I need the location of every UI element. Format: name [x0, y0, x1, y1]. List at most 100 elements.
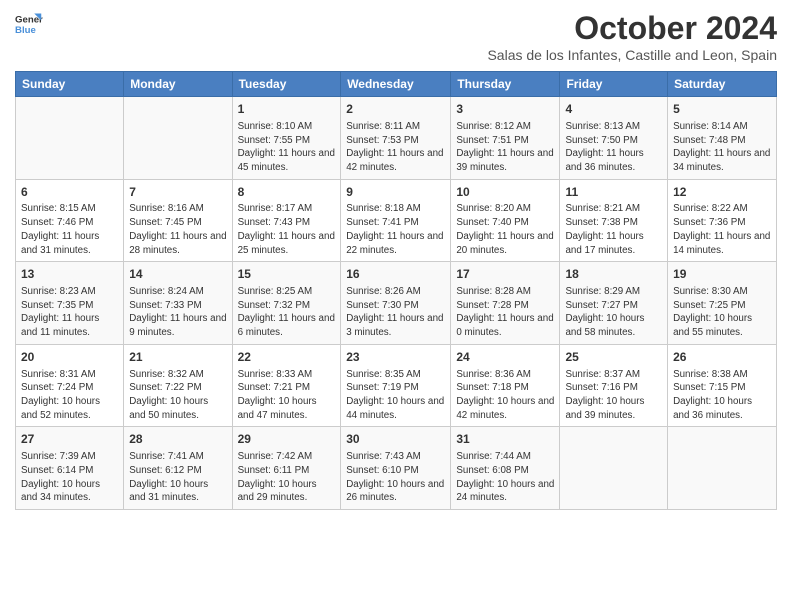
calendar-cell: 14Sunrise: 8:24 AM Sunset: 7:33 PM Dayli…	[124, 262, 232, 345]
day-number: 5	[673, 101, 771, 118]
day-number: 22	[238, 349, 336, 366]
day-info: Sunrise: 8:28 AM Sunset: 7:28 PM Dayligh…	[456, 285, 554, 340]
day-info: Sunrise: 7:41 AM Sunset: 6:12 PM Dayligh…	[129, 450, 226, 505]
day-info: Sunrise: 8:37 AM Sunset: 7:16 PM Dayligh…	[565, 368, 662, 423]
day-number: 25	[565, 349, 662, 366]
calendar-cell: 31 Sunrise: 7:44 AM Sunset: 6:08 PM Dayli…	[451, 427, 560, 510]
day-info: Sunrise: 8:32 AM Sunset: 7:22 PM Dayligh…	[129, 368, 226, 423]
day-number: 21	[129, 349, 226, 366]
day-number: 10	[456, 184, 554, 201]
day-number: 24	[456, 349, 554, 366]
calendar-cell: 18Sunrise: 8:29 AM Sunset: 7:27 PM Dayli…	[560, 262, 668, 345]
day-info: Sunrise: 8:17 AM Sunset: 7:43 PM Dayligh…	[238, 202, 336, 257]
calendar-cell: 25 Sunrise: 8:37 AM Sunset: 7:16 PM Dayli…	[560, 344, 668, 427]
calendar-cell: 22 Sunrise: 8:33 AM Sunset: 7:21 PM Dayli…	[232, 344, 341, 427]
calendar-cell: 28 Sunrise: 7:41 AM Sunset: 6:12 PM Dayli…	[124, 427, 232, 510]
day-info: Sunrise: 8:11 AM Sunset: 7:53 PM Dayligh…	[346, 120, 445, 175]
page-header: General Blue October 2024 Salas de los I…	[15, 10, 777, 63]
day-info: Sunrise: 8:31 AM Sunset: 7:24 PM Dayligh…	[21, 368, 118, 423]
calendar-cell: 16Sunrise: 8:26 AM Sunset: 7:30 PM Dayli…	[341, 262, 451, 345]
header-day-tuesday: Tuesday	[232, 72, 341, 97]
header-day-friday: Friday	[560, 72, 668, 97]
month-title: October 2024	[487, 10, 777, 47]
day-number: 31	[456, 431, 554, 448]
day-info: Sunrise: 8:21 AM Sunset: 7:38 PM Dayligh…	[565, 202, 662, 257]
calendar-cell: 8Sunrise: 8:17 AM Sunset: 7:43 PM Daylig…	[232, 179, 341, 262]
day-number: 4	[565, 101, 662, 118]
calendar-cell: 29 Sunrise: 7:42 AM Sunset: 6:11 PM Dayli…	[232, 427, 341, 510]
day-number: 23	[346, 349, 445, 366]
calendar-cell: 24 Sunrise: 8:36 AM Sunset: 7:18 PM Dayli…	[451, 344, 560, 427]
calendar-cell: 20 Sunrise: 8:31 AM Sunset: 7:24 PM Dayli…	[16, 344, 124, 427]
calendar-week-row: 6Sunrise: 8:15 AM Sunset: 7:46 PM Daylig…	[16, 179, 777, 262]
day-info: Sunrise: 8:15 AM Sunset: 7:46 PM Dayligh…	[21, 202, 118, 257]
day-number: 27	[21, 431, 118, 448]
day-number: 11	[565, 184, 662, 201]
calendar-cell: 4 Sunrise: 8:13 AM Sunset: 7:50 PM Daylig…	[560, 97, 668, 180]
title-area: October 2024 Salas de los Infantes, Cast…	[487, 10, 777, 63]
day-number: 29	[238, 431, 336, 448]
day-number: 28	[129, 431, 226, 448]
calendar-cell: 7Sunrise: 8:16 AM Sunset: 7:45 PM Daylig…	[124, 179, 232, 262]
calendar-cell: 9Sunrise: 8:18 AM Sunset: 7:41 PM Daylig…	[341, 179, 451, 262]
calendar-cell: 12Sunrise: 8:22 AM Sunset: 7:36 PM Dayli…	[668, 179, 777, 262]
day-number: 8	[238, 184, 336, 201]
calendar-cell	[16, 97, 124, 180]
day-info: Sunrise: 8:25 AM Sunset: 7:32 PM Dayligh…	[238, 285, 336, 340]
day-number: 30	[346, 431, 445, 448]
calendar-cell: 15 Sunrise: 8:25 AM Sunset: 7:32 PM Dayli…	[232, 262, 341, 345]
day-number: 19	[673, 266, 771, 283]
day-number: 9	[346, 184, 445, 201]
calendar-cell: 26Sunrise: 8:38 AM Sunset: 7:15 PM Dayli…	[668, 344, 777, 427]
day-number: 20	[21, 349, 118, 366]
day-info: Sunrise: 7:44 AM Sunset: 6:08 PM Dayligh…	[456, 450, 554, 505]
day-info: Sunrise: 8:12 AM Sunset: 7:51 PM Dayligh…	[456, 120, 554, 175]
calendar-cell	[124, 97, 232, 180]
calendar-cell	[560, 427, 668, 510]
calendar-cell	[668, 427, 777, 510]
calendar-cell: 6Sunrise: 8:15 AM Sunset: 7:46 PM Daylig…	[16, 179, 124, 262]
calendar-cell: 19 Sunrise: 8:30 AM Sunset: 7:25 PM Dayli…	[668, 262, 777, 345]
calendar-cell: 23Sunrise: 8:35 AM Sunset: 7:19 PM Dayli…	[341, 344, 451, 427]
day-info: Sunrise: 8:36 AM Sunset: 7:18 PM Dayligh…	[456, 368, 554, 423]
calendar-cell: 21 Sunrise: 8:32 AM Sunset: 7:22 PM Dayli…	[124, 344, 232, 427]
day-info: Sunrise: 8:16 AM Sunset: 7:45 PM Dayligh…	[129, 202, 226, 257]
header-day-sunday: Sunday	[16, 72, 124, 97]
day-number: 15	[238, 266, 336, 283]
day-number: 13	[21, 266, 118, 283]
header-day-saturday: Saturday	[668, 72, 777, 97]
day-number: 3	[456, 101, 554, 118]
calendar-week-row: 20 Sunrise: 8:31 AM Sunset: 7:24 PM Dayli…	[16, 344, 777, 427]
day-info: Sunrise: 8:22 AM Sunset: 7:36 PM Dayligh…	[673, 202, 771, 257]
calendar-week-row: 1 Sunrise: 8:10 AM Sunset: 7:55 PM Daylig…	[16, 97, 777, 180]
day-info: Sunrise: 8:14 AM Sunset: 7:48 PM Dayligh…	[673, 120, 771, 175]
day-number: 14	[129, 266, 226, 283]
day-number: 26	[673, 349, 771, 366]
calendar-cell: 1 Sunrise: 8:10 AM Sunset: 7:55 PM Daylig…	[232, 97, 341, 180]
header-day-thursday: Thursday	[451, 72, 560, 97]
calendar-week-row: 27 Sunrise: 7:39 AM Sunset: 6:14 PM Dayli…	[16, 427, 777, 510]
calendar-cell: 10Sunrise: 8:20 AM Sunset: 7:40 PM Dayli…	[451, 179, 560, 262]
day-info: Sunrise: 8:30 AM Sunset: 7:25 PM Dayligh…	[673, 285, 771, 340]
svg-text:Blue: Blue	[15, 25, 36, 36]
calendar-cell: 27 Sunrise: 7:39 AM Sunset: 6:14 PM Dayli…	[16, 427, 124, 510]
day-info: Sunrise: 8:18 AM Sunset: 7:41 PM Dayligh…	[346, 202, 445, 257]
day-info: Sunrise: 8:33 AM Sunset: 7:21 PM Dayligh…	[238, 368, 336, 423]
location-subtitle: Salas de los Infantes, Castille and Leon…	[487, 47, 777, 63]
calendar-cell: 3 Sunrise: 8:12 AM Sunset: 7:51 PM Daylig…	[451, 97, 560, 180]
day-number: 16	[346, 266, 445, 283]
day-info: Sunrise: 8:10 AM Sunset: 7:55 PM Dayligh…	[238, 120, 336, 175]
calendar-cell: 17Sunrise: 8:28 AM Sunset: 7:28 PM Dayli…	[451, 262, 560, 345]
day-info: Sunrise: 8:13 AM Sunset: 7:50 PM Dayligh…	[565, 120, 662, 175]
calendar-header-row: SundayMondayTuesdayWednesdayThursdayFrid…	[16, 72, 777, 97]
logo-icon: General Blue	[15, 10, 43, 38]
day-info: Sunrise: 7:39 AM Sunset: 6:14 PM Dayligh…	[21, 450, 118, 505]
calendar-week-row: 13Sunrise: 8:23 AM Sunset: 7:35 PM Dayli…	[16, 262, 777, 345]
day-info: Sunrise: 7:42 AM Sunset: 6:11 PM Dayligh…	[238, 450, 336, 505]
header-day-wednesday: Wednesday	[341, 72, 451, 97]
calendar-cell: 2 Sunrise: 8:11 AM Sunset: 7:53 PM Daylig…	[341, 97, 451, 180]
day-number: 1	[238, 101, 336, 118]
day-number: 7	[129, 184, 226, 201]
calendar-cell: 13Sunrise: 8:23 AM Sunset: 7:35 PM Dayli…	[16, 262, 124, 345]
day-number: 2	[346, 101, 445, 118]
